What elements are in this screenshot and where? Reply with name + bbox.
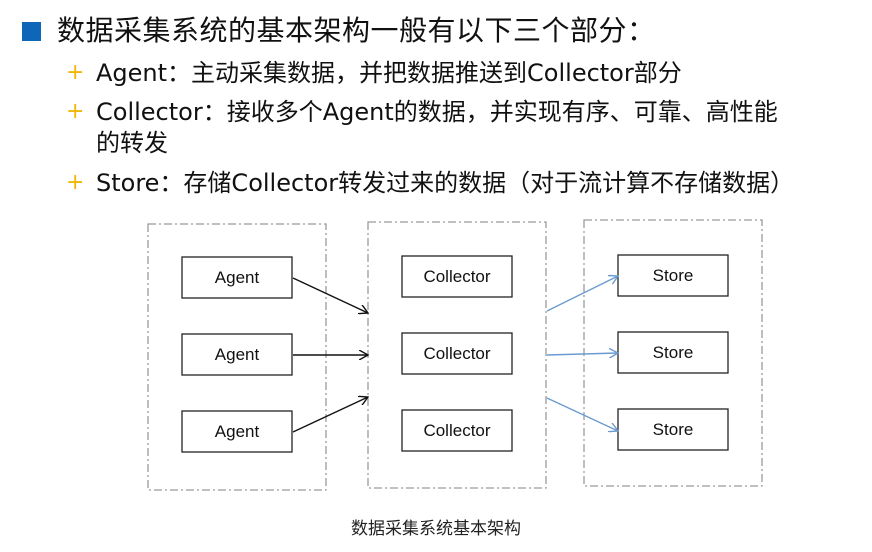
agent-label: Agent [215,422,260,441]
agent-label: Agent [215,268,260,287]
store-label: Store [653,420,694,439]
collector-box: Collector [401,409,513,452]
agent-box: Agent [181,333,293,376]
store-box: Store [617,408,729,451]
agent-to-collector-arrow [292,397,368,433]
agent-box: Agent [181,410,293,453]
architecture-diagram: Agent Agent Agent Collector Collector Co… [147,219,763,491]
collector-to-store-arrow [546,276,618,312]
collector-label: Collector [423,421,490,440]
store-label: Store [653,266,694,285]
store-label: Store [653,343,694,362]
store-box: Store [617,254,729,297]
collector-label: Collector [423,267,490,286]
collector-box: Collector [401,255,513,298]
collector-to-store-arrow [546,397,618,431]
store-box: Store [617,331,729,374]
agent-label: Agent [215,345,260,364]
agent-box: Agent [181,256,293,299]
collector-box: Collector [401,332,513,375]
collector-label: Collector [423,344,490,363]
collector-to-store-arrow [546,353,618,355]
agent-to-collector-arrow [292,277,368,313]
diagram-caption: 数据采集系统基本架构 [351,519,521,539]
